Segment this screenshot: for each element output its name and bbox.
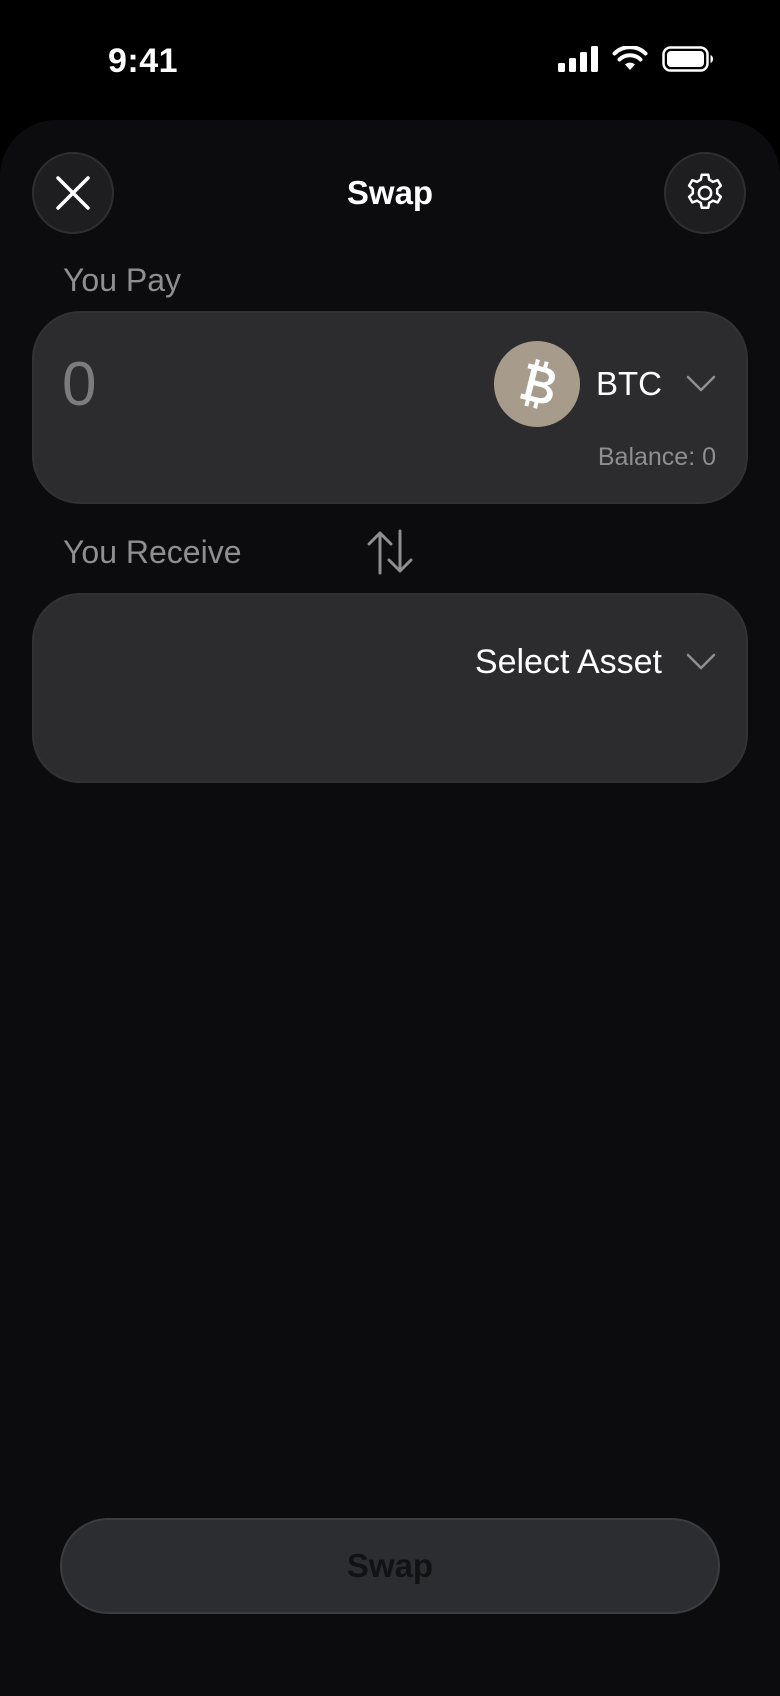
settings-button[interactable]	[664, 152, 746, 234]
swap-vertical-arrows-icon	[367, 529, 413, 575]
receive-asset-selector[interactable]: Select Asset	[475, 623, 716, 701]
chevron-down-icon	[686, 375, 716, 392]
receive-card: Select Asset	[32, 593, 748, 783]
status-bar: 9:41	[0, 0, 780, 120]
status-time: 9:41	[108, 42, 179, 80]
page-title: Swap	[346, 174, 434, 211]
wifi-icon	[612, 46, 648, 70]
swap-button[interactable]: Swap	[60, 1518, 720, 1614]
pay-asset-selector[interactable]: BTC	[494, 341, 716, 427]
swap-sheet: Swap You Pay 0 BTC Balance: 0 You Receiv…	[0, 120, 780, 1696]
pay-balance: Balance: 0	[597, 443, 716, 471]
battery-icon	[662, 46, 713, 72]
gear-icon	[687, 173, 723, 210]
swap-screen: 9:41 Swap You Pay 0 BTC Balance: 0 You R…	[0, 0, 780, 1696]
status-icons	[558, 46, 714, 72]
swap-direction-button[interactable]	[362, 524, 418, 580]
bitcoin-icon	[494, 341, 580, 427]
pay-card: 0 BTC Balance: 0	[32, 311, 748, 504]
you-pay-label: You Pay	[63, 262, 182, 298]
pay-amount-input[interactable]: 0	[62, 349, 96, 420]
you-receive-label: You Receive	[63, 534, 242, 570]
cellular-signal-icon	[558, 46, 598, 72]
chevron-down-icon	[686, 653, 716, 670]
select-asset-label: Select Asset	[474, 642, 662, 681]
bitcoin-symbol-icon	[520, 359, 556, 409]
pay-asset-symbol: BTC	[596, 365, 662, 402]
